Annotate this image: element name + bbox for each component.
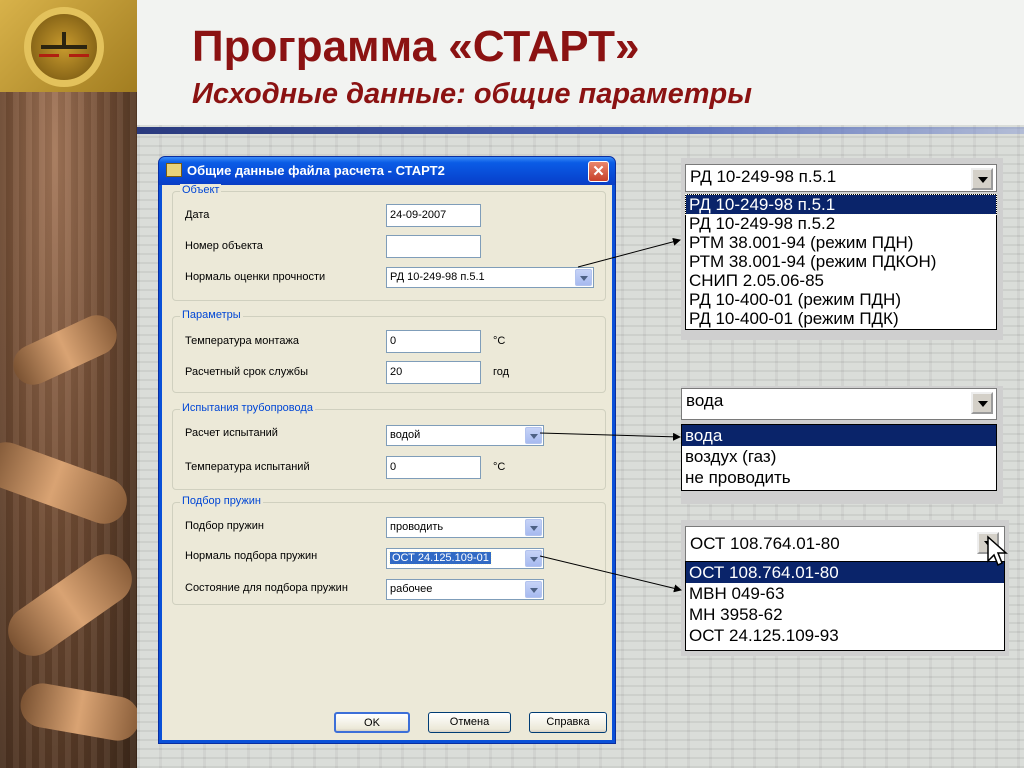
arrow-test-medium: [539, 432, 681, 441]
arrow-spring-norm: [539, 555, 682, 593]
connector-arrows: [539, 237, 682, 593]
arrow-strength-norm: [577, 237, 681, 268]
